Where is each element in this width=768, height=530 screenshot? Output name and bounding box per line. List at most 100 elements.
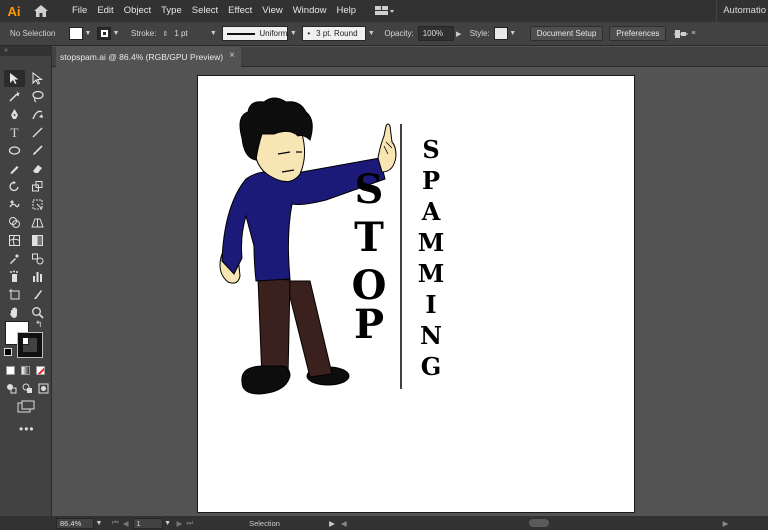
- fill-stroke-widget: ↰: [4, 319, 48, 361]
- next-artboard-icon[interactable]: ▶: [177, 519, 183, 528]
- align-icon[interactable]: [674, 28, 689, 40]
- menu-select[interactable]: Select: [187, 0, 223, 22]
- spamming-letter-5: M: [418, 259, 445, 288]
- workspace-switcher[interactable]: Automatio: [716, 0, 766, 22]
- last-artboard-icon[interactable]: ⏭: [186, 518, 193, 528]
- status-menu-icon[interactable]: ▶: [329, 519, 335, 528]
- spamming-letter-8: G: [421, 352, 442, 381]
- drawing-modes-row: [6, 383, 49, 394]
- menu-object[interactable]: Object: [119, 0, 156, 22]
- chevron-down-icon[interactable]: ▼: [94, 518, 104, 529]
- mesh-tool-icon[interactable]: [4, 232, 25, 249]
- panel-menu-icon[interactable]: ≡: [688, 27, 698, 40]
- front-leg: [257, 277, 291, 380]
- document-setup-button[interactable]: Document Setup: [529, 26, 604, 41]
- gradient-tool-icon[interactable]: [27, 232, 48, 249]
- app-logo: Ai: [7, 3, 21, 19]
- draw-behind-icon[interactable]: [22, 383, 33, 394]
- pencil-tool-icon[interactable]: [4, 160, 25, 177]
- rotate-tool-icon[interactable]: [4, 178, 25, 195]
- scale-tool-icon[interactable]: [27, 178, 48, 195]
- chevron-down-icon[interactable]: ▼: [111, 27, 121, 40]
- none-mode-icon[interactable]: [36, 366, 45, 375]
- draw-normal-icon[interactable]: [6, 383, 17, 394]
- document-tab-title: stopspam.ai @ 86.4% (RGB/GPU Preview): [60, 52, 224, 62]
- menu-view[interactable]: View: [257, 0, 287, 22]
- scroll-right-icon[interactable]: ▶: [723, 519, 729, 528]
- type-tool-icon[interactable]: T: [4, 124, 25, 141]
- chevron-down-icon[interactable]: ▼: [508, 27, 518, 40]
- spamming-letter-2: P: [422, 166, 440, 195]
- chevron-down-icon[interactable]: ▼: [163, 518, 173, 529]
- shape-builder-tool-icon[interactable]: [4, 214, 25, 231]
- chevron-right-icon[interactable]: ▶: [454, 27, 464, 40]
- stepper-icon[interactable]: ⇕: [160, 27, 170, 40]
- menu-edit[interactable]: Edit: [92, 0, 118, 22]
- draw-inside-icon[interactable]: [38, 383, 49, 394]
- menu-file[interactable]: File: [67, 0, 92, 22]
- graphic-style-swatch[interactable]: [493, 27, 508, 40]
- direct-selection-tool-icon[interactable]: [27, 70, 48, 87]
- lasso-tool-icon[interactable]: [27, 88, 48, 105]
- perspective-grid-tool-icon[interactable]: [27, 214, 48, 231]
- artboard-number-field[interactable]: 1: [132, 517, 163, 529]
- preferences-button[interactable]: Preferences: [609, 26, 667, 41]
- menu-window[interactable]: Window: [288, 0, 332, 22]
- stroke-color-box[interactable]: [17, 332, 43, 358]
- arrange-documents-button[interactable]: [375, 5, 395, 17]
- paintbrush-tool-icon[interactable]: [27, 142, 48, 159]
- scroll-left-icon[interactable]: ◀: [341, 519, 347, 528]
- document-tab[interactable]: stopspam.ai @ 86.4% (RGB/GPU Preview) ×: [56, 47, 241, 67]
- curvature-tool-icon[interactable]: [27, 106, 48, 123]
- artboard[interactable]: S T O P S P A M M I N G: [197, 75, 635, 513]
- slice-tool-icon[interactable]: [27, 286, 48, 303]
- stroke-swatch[interactable]: [97, 27, 111, 40]
- chevron-down-icon[interactable]: ▼: [288, 27, 298, 40]
- symbol-sprayer-tool-icon[interactable]: [4, 268, 25, 285]
- horizontal-scrollbar[interactable]: [528, 519, 549, 527]
- eraser-tool-icon[interactable]: [27, 160, 48, 177]
- blend-tool-icon[interactable]: [27, 250, 48, 267]
- menu-help[interactable]: Help: [332, 0, 362, 22]
- chevron-down-icon[interactable]: ▼: [366, 27, 376, 40]
- gradient-mode-icon[interactable]: [21, 366, 30, 375]
- zoom-field[interactable]: 86.4%: [56, 517, 94, 529]
- warp-tool-icon[interactable]: [4, 196, 25, 213]
- prev-artboard-icon[interactable]: ◀: [123, 519, 129, 528]
- stroke-weight-field[interactable]: 1 pt: [170, 26, 208, 41]
- chevron-down-icon[interactable]: ▼: [83, 27, 93, 40]
- swap-fill-stroke-icon[interactable]: ↰: [35, 319, 43, 330]
- menu-effect[interactable]: Effect: [223, 0, 257, 22]
- default-colors-icon[interactable]: [4, 348, 12, 356]
- screen-mode-icon[interactable]: [17, 400, 35, 413]
- fill-swatch[interactable]: [69, 27, 83, 40]
- column-graph-tool-icon[interactable]: [27, 268, 48, 285]
- ellipse-tool-icon[interactable]: [4, 142, 25, 159]
- pen-tool-icon[interactable]: [4, 106, 25, 123]
- opacity-field[interactable]: 100%: [417, 26, 454, 41]
- back-leg: [285, 280, 333, 378]
- menu-type[interactable]: Type: [156, 0, 187, 22]
- first-artboard-icon[interactable]: ⏮: [112, 518, 119, 528]
- color-mode-icon[interactable]: [6, 366, 15, 375]
- tool-row: [4, 196, 50, 213]
- home-icon[interactable]: [33, 3, 49, 19]
- selection-tool-icon[interactable]: [4, 70, 25, 87]
- artwork: S T O P S P A M M I N G: [219, 97, 445, 395]
- chevron-down-icon[interactable]: ▼: [208, 27, 218, 40]
- eyedropper-tool-icon[interactable]: [4, 250, 25, 267]
- tools-panel: T ↰ •••: [0, 56, 52, 516]
- edit-toolbar-icon[interactable]: •••: [19, 422, 35, 436]
- brush-definition[interactable]: • 3 pt. Round: [302, 26, 367, 41]
- stop-letter-4: P: [354, 301, 384, 348]
- tools-panel-header[interactable]: «: [0, 46, 52, 56]
- magic-wand-tool-icon[interactable]: [4, 88, 25, 105]
- artboard-tool-icon[interactable]: [4, 286, 25, 303]
- variable-width-profile[interactable]: Uniform: [222, 26, 289, 41]
- canvas-area[interactable]: S T O P S P A M M I N G: [52, 67, 768, 516]
- selection-status: No Selection: [10, 29, 56, 38]
- close-icon[interactable]: ×: [229, 50, 235, 61]
- line-segment-tool-icon[interactable]: [27, 124, 48, 141]
- free-transform-tool-icon[interactable]: [27, 196, 48, 213]
- spamming-letter-3: A: [421, 197, 441, 226]
